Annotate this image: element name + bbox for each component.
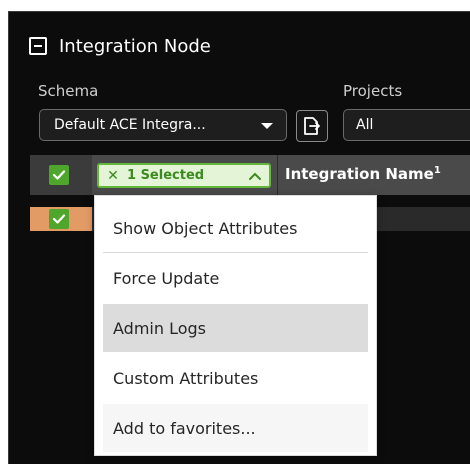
menu-item-custom-attributes[interactable]: Custom Attributes: [103, 354, 368, 402]
select-all-checkbox[interactable]: [49, 165, 69, 185]
menu-item-label: Custom Attributes: [113, 368, 259, 388]
export-button[interactable]: [296, 110, 328, 142]
export-icon: [304, 117, 320, 135]
menu-item-label: Add to favorites...: [113, 418, 256, 438]
menu-item-show-object-attributes[interactable]: Show Object Attributes: [103, 204, 368, 252]
table-header-row: ✕ 1 Selected Integration Name1: [30, 155, 470, 195]
checkmark-icon: [52, 170, 66, 180]
menu-item-label: Force Update: [113, 268, 220, 288]
menu-item-label: Show Object Attributes: [113, 218, 298, 238]
column-header-label: Integration Name: [285, 165, 434, 183]
schema-dropdown-value: Default ACE Integra...: [54, 117, 206, 133]
menu-item-force-update[interactable]: Force Update: [103, 254, 368, 302]
schema-label: Schema: [38, 82, 99, 100]
projects-label: Projects: [343, 82, 403, 100]
selected-count-chip[interactable]: ✕ 1 Selected: [97, 163, 271, 188]
menu-item-label: Admin Logs: [113, 318, 206, 338]
chevron-up-icon[interactable]: [241, 172, 269, 180]
menu-divider: [103, 252, 368, 253]
clear-selection-icon[interactable]: ✕: [99, 168, 127, 184]
collapse-minus-icon[interactable]: [29, 37, 47, 55]
checkmark-icon: [52, 214, 66, 224]
projects-dropdown[interactable]: All: [343, 109, 470, 141]
context-menu: Show Object Attributes Force Update Admi…: [94, 195, 377, 456]
sort-order-indicator: 1: [433, 165, 441, 176]
panel-header: Integration Node: [29, 34, 211, 58]
selected-count-label: 1 Selected: [127, 168, 205, 183]
header-select-cell: [30, 155, 92, 195]
menu-item-admin-logs[interactable]: Admin Logs: [103, 304, 368, 352]
column-divider: [277, 155, 278, 195]
column-header-integration-name[interactable]: Integration Name1: [285, 165, 441, 183]
row-checkbox[interactable]: [49, 209, 69, 229]
menu-item-add-to-favorites[interactable]: Add to favorites...: [103, 404, 368, 452]
projects-dropdown-value: All: [356, 117, 374, 133]
row-select-cell: [30, 207, 92, 231]
schema-dropdown[interactable]: Default ACE Integra...: [39, 109, 287, 141]
panel-title: Integration Node: [59, 35, 211, 57]
chevron-down-icon: [261, 123, 273, 129]
